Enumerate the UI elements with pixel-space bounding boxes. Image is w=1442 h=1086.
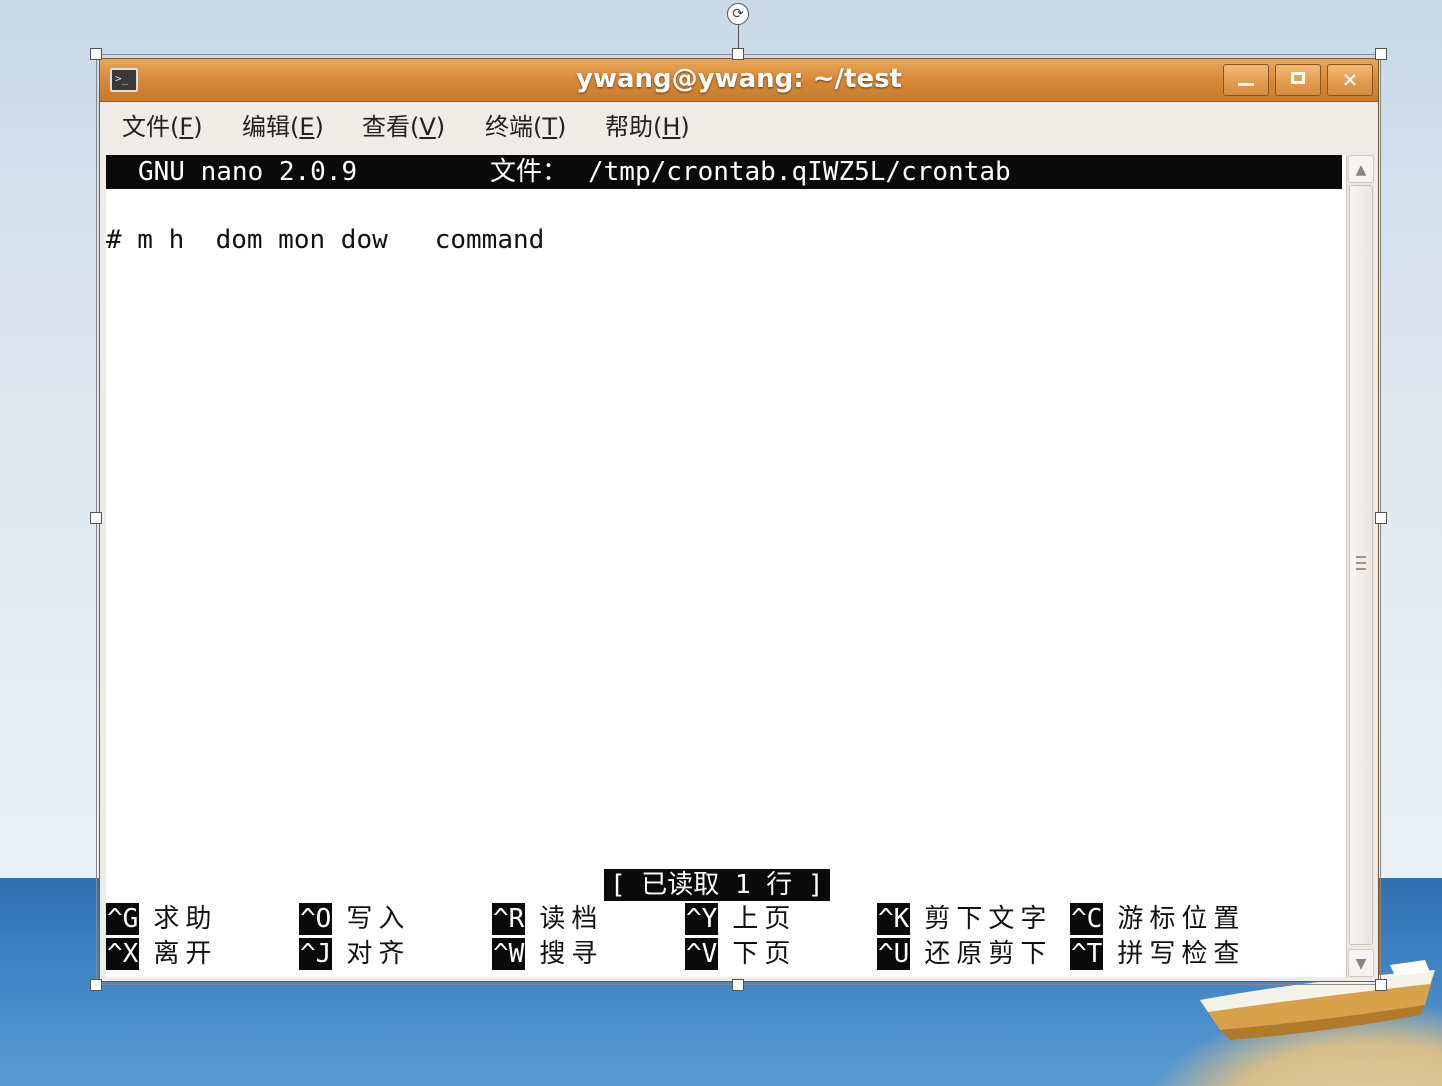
rotate-handle-icon[interactable]: ⟳ (727, 3, 749, 25)
shortcut-write: ^O 写入 (299, 903, 410, 935)
scroll-up-arrow-icon[interactable]: ▲ (1348, 155, 1374, 183)
scroll-down-arrow-icon[interactable]: ▼ (1348, 949, 1374, 977)
menu-view[interactable]: 查看(V) (362, 112, 445, 142)
menu-terminal-label: 终端( (485, 113, 543, 141)
shortcut-desc: 求助 (153, 904, 218, 934)
menu-file-mnemonic: F (179, 113, 194, 141)
menu-file[interactable]: 文件(F) (122, 112, 203, 142)
shortcut-cut: ^K 剪下文字 (877, 903, 1052, 935)
menu-file-suffix: ) (193, 113, 203, 141)
minimize-icon (1238, 83, 1254, 86)
shortcut-key: ^O (299, 903, 333, 935)
resize-handle-bottom-right[interactable] (1375, 979, 1387, 991)
shortcut-key: ^R (492, 903, 526, 935)
menu-view-suffix: ) (435, 113, 446, 141)
menu-edit-label: 编辑( (242, 113, 300, 141)
menu-help[interactable]: 帮助(H) (605, 112, 690, 142)
shortcut-next-page: ^V 下页 (685, 938, 796, 970)
terminal-area[interactable]: GNU nano 2.0.9 文件： /tmp/crontab.qIWZ5L/c… (106, 155, 1346, 977)
shortcut-key: ^Y (685, 903, 719, 935)
editor-line[interactable]: # m h dom mon dow command (106, 223, 544, 257)
menu-terminal-mnemonic: T (542, 113, 558, 141)
menu-view-mnemonic: V (419, 113, 436, 141)
menu-edit-suffix: ) (314, 113, 324, 141)
shortcut-key: ^X (106, 938, 140, 970)
maximize-icon (1291, 72, 1305, 84)
desktop-background: ⟳ >_ ywang@ywang: ~/test ✕ 文件(F) 编辑(E) 查… (0, 0, 1442, 1086)
scrollbar-grip-icon (1356, 556, 1366, 570)
window-title: ywang@ywang: ~/test (576, 64, 902, 94)
resize-handle-top-left[interactable] (90, 48, 102, 60)
nano-file-path: /tmp/crontab.qIWZ5L/crontab (588, 157, 1011, 187)
resize-handle-top-right[interactable] (1375, 48, 1387, 60)
resize-handle-bottom-left[interactable] (90, 979, 102, 991)
shortcut-desc: 读档 (539, 904, 604, 934)
shortcut-desc: 剪下文字 (924, 904, 1053, 934)
menu-terminal-suffix: ) (557, 113, 567, 141)
shortcut-key: ^T (1070, 938, 1104, 970)
nano-status-message: [ 已读取 1 行 ] (604, 869, 830, 901)
shortcut-desc: 游标位置 (1117, 904, 1246, 934)
shortcut-prev-page: ^Y 上页 (685, 903, 796, 935)
shortcut-desc: 对齐 (346, 939, 411, 969)
shortcut-key: ^U (877, 938, 911, 970)
title-bar[interactable]: >_ ywang@ywang: ~/test ✕ (100, 59, 1378, 102)
shortcut-key: ^J (299, 938, 333, 970)
shortcut-spell: ^T 拼写检查 (1070, 938, 1245, 970)
vertical-scrollbar[interactable]: ▲ ▼ (1346, 155, 1374, 977)
nano-file-label: 文件： (490, 157, 569, 187)
menu-bar: 文件(F) 编辑(E) 查看(V) 终端(T) 帮助(H) (100, 102, 1378, 150)
shortcut-key: ^G (106, 903, 140, 935)
shortcut-desc: 写入 (346, 904, 411, 934)
shortcut-desc: 搜寻 (539, 939, 604, 969)
menu-edit[interactable]: 编辑(E) (242, 112, 324, 142)
shortcut-read: ^R 读档 (492, 903, 603, 935)
menu-edit-mnemonic: E (299, 113, 315, 141)
shortcut-search: ^W 搜寻 (492, 938, 603, 970)
nano-version: GNU nano 2.0.9 (138, 157, 358, 187)
resize-handle-bottom[interactable] (732, 979, 744, 991)
close-icon: ✕ (1341, 68, 1359, 92)
shortcut-key: ^C (1070, 903, 1104, 935)
shortcut-justify: ^J 对齐 (299, 938, 410, 970)
shortcut-key: ^W (492, 938, 526, 970)
scrollbar-thumb[interactable] (1349, 185, 1373, 945)
shortcut-desc: 上页 (732, 904, 797, 934)
shortcut-key: ^K (877, 903, 911, 935)
shortcut-help: ^G 求助 (106, 903, 217, 935)
minimize-button[interactable] (1223, 64, 1269, 96)
shortcut-desc: 还原剪下 (924, 939, 1053, 969)
menu-view-label: 查看( (362, 113, 420, 141)
shortcut-desc: 下页 (732, 939, 797, 969)
maximize-button[interactable] (1275, 64, 1321, 96)
shortcut-desc: 拼写检查 (1117, 939, 1246, 969)
menu-help-label: 帮助( (605, 113, 663, 141)
shortcut-exit: ^X 离开 (106, 938, 217, 970)
menu-file-label: 文件( (122, 113, 180, 141)
close-button[interactable]: ✕ (1327, 64, 1373, 96)
shortcut-key: ^V (685, 938, 719, 970)
shortcut-cursor-pos: ^C 游标位置 (1070, 903, 1245, 935)
nano-header-bar: GNU nano 2.0.9 文件： /tmp/crontab.qIWZ5L/c… (106, 155, 1342, 189)
menu-terminal[interactable]: 终端(T) (485, 112, 566, 142)
menu-help-suffix: ) (680, 113, 690, 141)
resize-handle-right[interactable] (1375, 512, 1387, 524)
shortcut-uncut: ^U 还原剪下 (877, 938, 1052, 970)
resize-handle-left[interactable] (90, 512, 102, 524)
shortcut-desc: 离开 (153, 939, 218, 969)
menu-help-mnemonic: H (662, 113, 681, 141)
terminal-window: >_ ywang@ywang: ~/test ✕ 文件(F) 编辑(E) 查看(… (99, 58, 1379, 982)
resize-handle-top[interactable] (732, 48, 744, 60)
